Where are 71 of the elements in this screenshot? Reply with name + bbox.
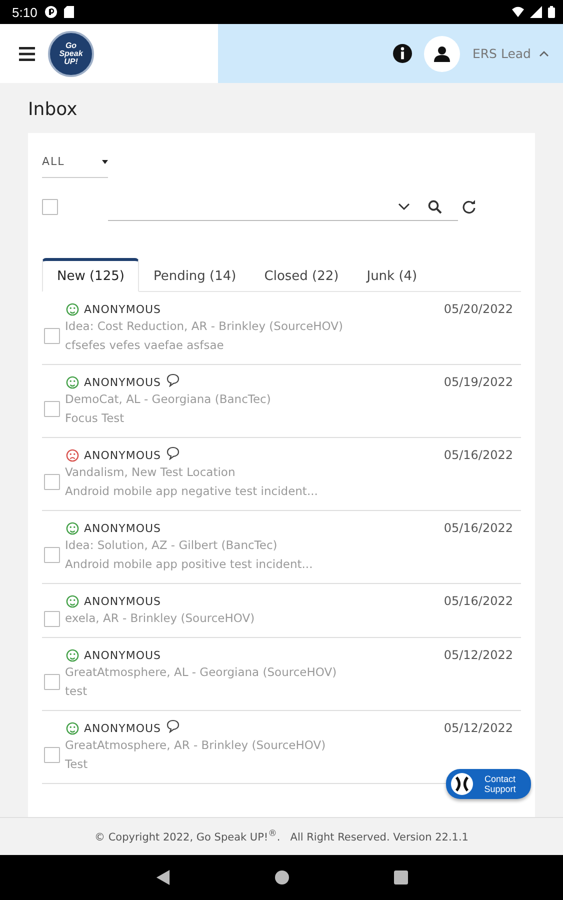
battery-icon [548,6,555,18]
sender-name: ANONYMOUS [84,722,162,734]
message-checkbox[interactable] [44,474,60,490]
search-icon[interactable] [428,200,442,214]
page-title: Inbox [28,99,78,120]
message-subject: Vandalism, New Test Location [65,464,236,481]
message-checkbox[interactable] [44,547,60,563]
back-icon[interactable] [156,870,170,885]
message-checkbox[interactable] [44,674,60,690]
message-preview: Android mobile app negative test incident... [65,483,318,500]
sd-card-icon [63,6,76,18]
sender-name: ANONYMOUS [84,448,162,462]
caret-icon [539,50,549,56]
smiley-face-icon [66,594,79,608]
select-all-checkbox[interactable] [42,199,58,215]
signal-icon [530,6,542,18]
dropdown-caret-icon [102,160,108,164]
message-date: 05/16/2022 [444,594,513,608]
message-preview: Android mobile app positive test incident... [65,556,313,573]
notification-icon [45,6,58,18]
message-preview: Focus Test [65,410,126,427]
sender-name: ANONYMOUS [84,522,162,534]
wifi-icon [512,6,524,18]
smiley-face-icon [66,648,79,662]
sender-name: ANONYMOUS [84,594,162,608]
message-subject: Idea: Solution, AZ - Gilbert (BancTec) [65,537,278,554]
message-preview: Test [65,756,89,773]
tab[interactable]: Junk (4) [352,258,432,291]
message-checkbox[interactable] [44,401,60,417]
menu-icon[interactable] [19,46,35,60]
copyright-text: © Copyright 2022, Go Speak UP!$^{®}$. All Right Reserved. Version 22.1.1 [94,829,468,844]
clock-time: 5:10 [12,4,38,20]
user-menu-button[interactable]: ERS Lead [472,46,549,61]
message-date: 05/16/2022 [444,448,513,462]
message-checkbox[interactable] [44,328,60,344]
message-preview: cfsefes vefes vaefae asfsae [65,337,225,354]
message-date: 05/20/2022 [444,302,513,316]
tab[interactable]: Pending (14) [139,258,250,291]
support-logo-icon [451,773,473,795]
smiley-face-icon [66,302,79,316]
sender-name: ANONYMOUS [84,648,162,662]
avatar-button[interactable] [424,36,460,72]
sender-name: ANONYMOUS [84,302,162,316]
info-icon[interactable] [393,44,412,63]
message-subject: Idea: Cost Reduction, AR - Brinkley (SourceHOV) [65,318,344,335]
message-date: 05/19/2022 [444,375,513,389]
message-subject: exela, AR - Brinkley (SourceHOV) [65,610,255,627]
message-date: 05/16/2022 [444,521,513,535]
tab[interactable]: Closed (22) [250,258,353,291]
chevron-down-icon[interactable] [398,203,410,211]
logo: Go Speak UP! [48,30,94,76]
message-date: 05/12/2022 [444,721,513,735]
tab[interactable]: New (125) [42,258,140,292]
recents-icon[interactable] [394,870,408,885]
smiley-face-icon [66,522,79,534]
refresh-icon[interactable] [462,200,476,214]
frown-face-icon [66,448,79,462]
filter-dropdown[interactable]: ALL [42,147,108,178]
smiley-face-icon [66,722,79,734]
message-subject: GreatAtmosphere, AR - Brinkley (SourceHOV) [65,737,326,754]
home-icon[interactable] [274,870,288,885]
sender-name: ANONYMOUS [84,376,162,388]
person-icon [434,46,450,62]
message-date: 05/12/2022 [444,648,513,662]
message-checkbox[interactable] [44,747,60,763]
message-subject: DemoCat, AL - Georgiana (BancTec) [65,391,271,408]
message-checkbox[interactable] [44,610,60,626]
smiley-face-icon [66,376,79,388]
message-preview: test [65,683,88,700]
message-subject: GreatAtmosphere, AL - Georgiana (SourceHOV) [65,664,337,681]
contact-support-button[interactable]: Contact Support [446,769,531,799]
